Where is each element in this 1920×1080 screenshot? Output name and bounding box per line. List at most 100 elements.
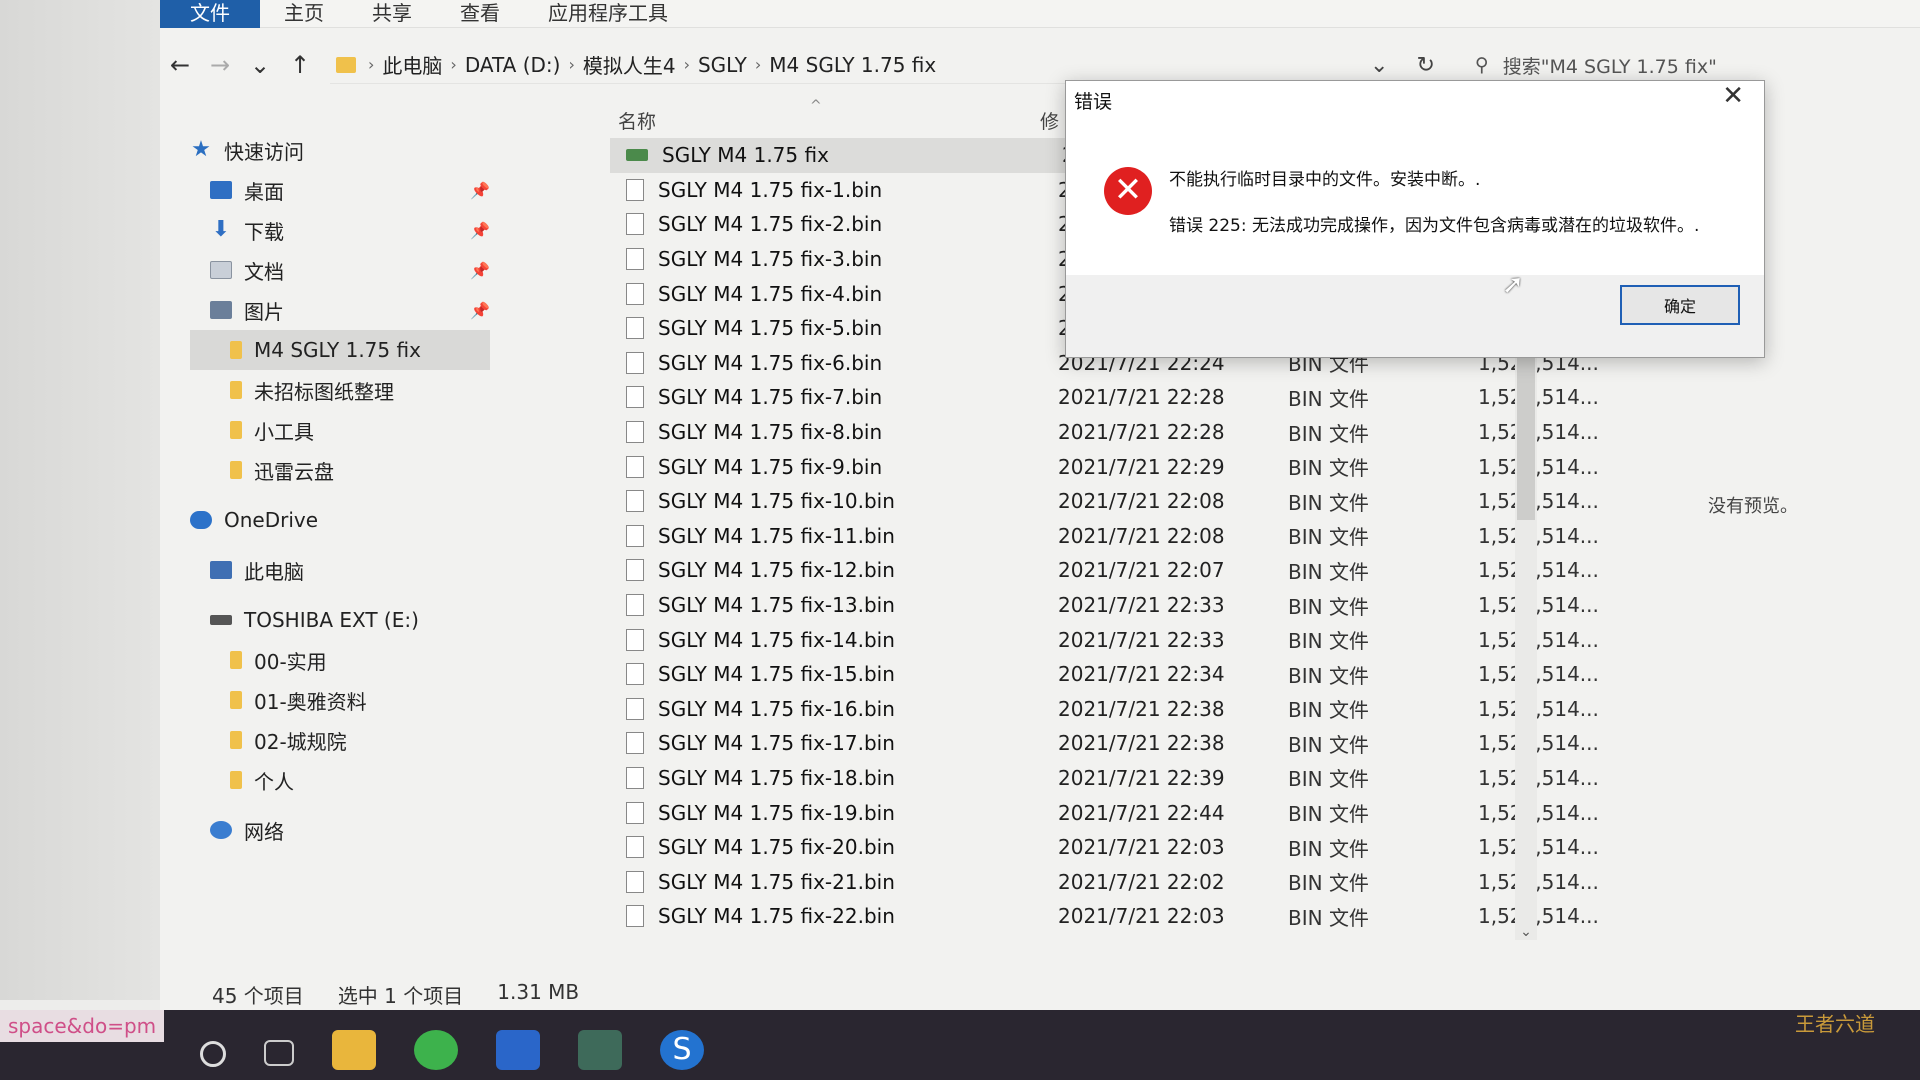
file-icon (626, 317, 644, 340)
sidebar-item-folder[interactable]: 01-奥雅资料 (190, 680, 490, 720)
sidebar-item-label: 快速访问 (224, 139, 304, 164)
file-size: 1,521,514... (1478, 765, 1599, 790)
feishu-icon[interactable] (496, 1030, 540, 1070)
file-name: SGLY M4 1.75 fix-5.bin (658, 316, 883, 341)
file-size: 1,521,514... (1478, 696, 1599, 721)
file-date: 2021/7/21 22:34 (1058, 662, 1225, 687)
file-date: 2021/7/21 22:29 (1058, 454, 1225, 479)
file-name: SGLY M4 1.75 fix-7.bin (658, 385, 883, 410)
file-size: 1,521,514... (1478, 800, 1599, 825)
search-icon[interactable] (200, 1041, 226, 1067)
breadcrumb-sgly[interactable]: SGLY (698, 53, 747, 77)
file-icon (626, 732, 644, 755)
sidebar-item-folder[interactable]: 未招标图纸整理 (190, 370, 490, 410)
error-message-detail: 错误 225: 无法成功完成操作，因为文件包含病毒或潜在的垃圾软件。. (1169, 216, 1700, 236)
breadcrumb-current-folder[interactable]: M4 SGLY 1.75 fix (769, 53, 936, 77)
file-size: 1,521,514... (1478, 662, 1599, 687)
file-type: BIN 文件 (1288, 629, 1369, 654)
breadcrumb-this-pc[interactable]: 此电脑 (382, 50, 442, 79)
sidebar-item-network[interactable]: 网络 (190, 810, 490, 850)
sidebar-item-folder[interactable]: 迅雷云盘 (190, 450, 490, 490)
item-count: 45 个项目 (212, 984, 304, 1008)
sidebar-item-desktop[interactable]: 桌面 📌 (190, 170, 490, 210)
vertical-scrollbar[interactable]: ⌄ (1515, 300, 1537, 940)
scroll-down-chevron-icon[interactable]: ⌄ (1515, 924, 1537, 940)
sidebar-item-label: OneDrive (224, 508, 319, 532)
search-input[interactable]: 搜索"M4 SGLY 1.75 fix" (1503, 52, 1717, 79)
sidebar-item-quick-access[interactable]: ★ 快速访问 (190, 130, 490, 170)
file-name: SGLY M4 1.75 fix-15.bin (658, 662, 895, 687)
sidebar-item-folder[interactable]: 个人 (190, 760, 490, 800)
sidebar-item-label: 00-实用 (254, 649, 327, 674)
address-dropdown-chevron-icon[interactable]: ⌄ (1370, 53, 1388, 78)
breadcrumb-data-drive[interactable]: DATA (D:) (465, 53, 561, 77)
sidebar-item-label: 小工具 (254, 419, 314, 444)
recent-locations-chevron-icon[interactable]: ⌄ (240, 51, 280, 79)
sidebar-item-label: 桌面 (244, 179, 284, 204)
tab-view[interactable]: 查看 (436, 0, 524, 28)
breadcrumb-separator-icon: › (450, 55, 457, 74)
file-type: BIN 文件 (1288, 732, 1369, 757)
sidebar-item-m4-sgly-fix[interactable]: M4 SGLY 1.75 fix (190, 330, 490, 370)
file-date: 2021/7/21 22:38 (1058, 731, 1225, 756)
column-name-header[interactable]: 名称 (610, 107, 1040, 134)
back-arrow-icon[interactable]: ← (160, 51, 200, 79)
sidebar-item-downloads[interactable]: ⬇ 下载 📌 (190, 210, 490, 250)
file-icon (626, 490, 644, 513)
tab-app-tools[interactable]: 应用程序工具 (524, 0, 692, 28)
sidebar-item-documents[interactable]: 文档 📌 (190, 250, 490, 290)
sidebar-item-folder[interactable]: 小工具 (190, 410, 490, 450)
cloud-icon (190, 511, 212, 529)
search-box[interactable]: ⚲ 搜索"M4 SGLY 1.75 fix" (1475, 52, 1717, 79)
download-icon: ⬇ (211, 217, 231, 242)
star-icon: ★ (191, 137, 211, 162)
file-name: SGLY M4 1.75 fix-1.bin (658, 177, 883, 202)
tab-share[interactable]: 共享 (348, 0, 436, 28)
file-size: 1,521,514... (1478, 489, 1599, 514)
breadcrumb-sims4[interactable]: 模拟人生4 (583, 50, 676, 79)
wechat-icon[interactable] (414, 1030, 458, 1070)
desktop-icon (210, 181, 232, 199)
file-date: 2021/7/21 22:33 (1058, 627, 1225, 652)
task-view-icon[interactable] (264, 1040, 294, 1066)
folder-icon (230, 651, 242, 669)
error-dialog: 错误 ✕ ✕ 不能执行临时目录中的文件。安装中断。. 错误 225: 无法成功完… (1065, 80, 1765, 358)
forward-arrow-icon[interactable]: → (200, 51, 240, 79)
up-arrow-icon[interactable]: ↑ (280, 51, 320, 79)
file-explorer-icon[interactable] (332, 1030, 376, 1070)
file-icon (626, 905, 644, 928)
file-name: SGLY M4 1.75 fix-22.bin (658, 904, 895, 929)
screen-bezel (0, 0, 160, 1000)
file-name: SGLY M4 1.75 fix-21.bin (658, 869, 895, 894)
navigation-pane: ★ 快速访问 桌面 📌 ⬇ 下载 📌 文档 📌 图片 📌 M4 SGLY 1.7… (190, 130, 490, 850)
sidebar-item-folder[interactable]: 02-城规院 (190, 720, 490, 760)
sidebar-item-pictures[interactable]: 图片 📌 (190, 290, 490, 330)
address-bar[interactable]: › 此电脑 › DATA (D:) › 模拟人生4 › SGLY › M4 SG… (330, 46, 1330, 84)
pin-icon: 📌 (470, 260, 490, 280)
tab-home[interactable]: 主页 (260, 0, 348, 28)
folder-icon (230, 381, 242, 399)
watermark-logo: 王者六道 (1795, 1012, 1875, 1036)
sogou-icon[interactable]: S (660, 1030, 704, 1070)
close-icon[interactable]: ✕ (1722, 81, 1744, 111)
pin-icon: 📌 (470, 180, 490, 200)
file-date: 2021/7/21 22:33 (1058, 593, 1225, 618)
app-icon[interactable] (578, 1030, 622, 1070)
file-type: BIN 文件 (1288, 525, 1369, 550)
sidebar-item-this-pc[interactable]: 此电脑 (190, 550, 490, 590)
sidebar-item-label: 网络 (244, 819, 284, 844)
file-name: SGLY M4 1.75 fix-20.bin (658, 835, 895, 860)
pictures-icon (210, 301, 232, 319)
file-icon (626, 421, 644, 444)
sidebar-item-external-drive[interactable]: TOSHIBA EXT (E:) (190, 600, 490, 640)
sidebar-item-folder[interactable]: 00-实用 (190, 640, 490, 680)
sidebar-item-onedrive[interactable]: OneDrive (190, 500, 490, 540)
file-size: 1,521,514... (1478, 731, 1599, 756)
file-icon (626, 801, 644, 824)
tab-file[interactable]: 文件 (160, 0, 260, 28)
preview-pane-text: 没有预览。 (1708, 496, 1798, 517)
folder-icon (230, 341, 242, 359)
ok-button[interactable]: 确定 (1620, 285, 1740, 325)
refresh-icon[interactable]: ↻ (1416, 53, 1434, 78)
file-icon (626, 766, 644, 789)
